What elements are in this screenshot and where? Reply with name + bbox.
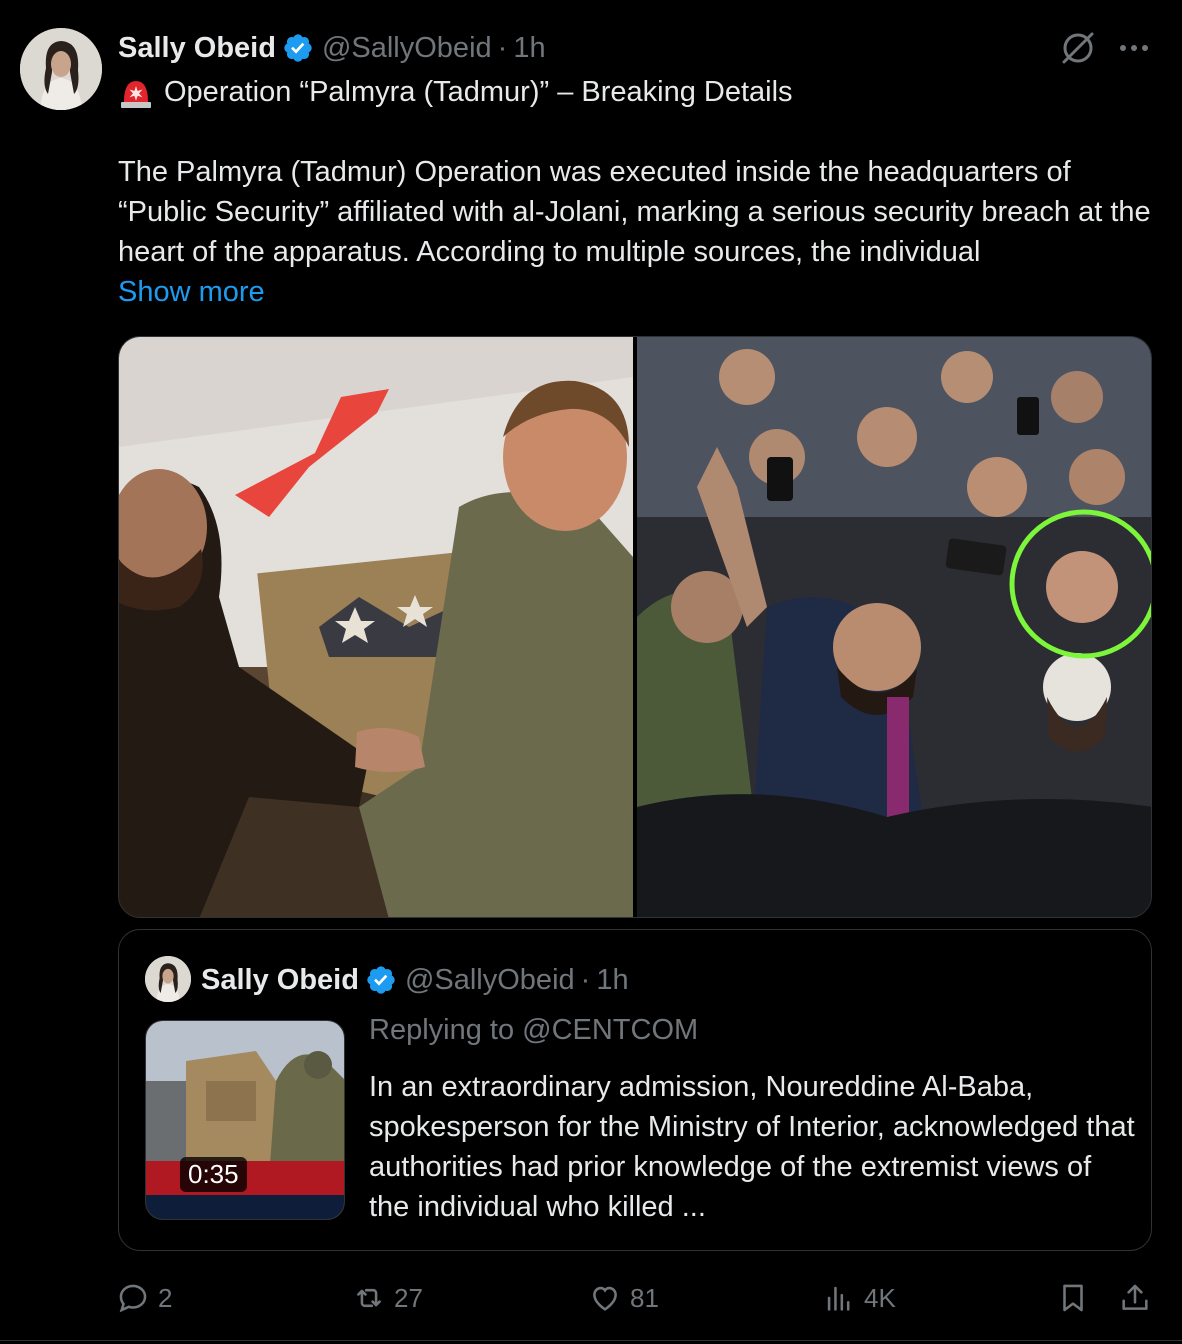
more-icon[interactable] xyxy=(1114,30,1154,66)
post-time[interactable]: 1h xyxy=(513,32,545,65)
author-avatar[interactable] xyxy=(20,28,102,110)
reply-button[interactable]: 2 xyxy=(116,1276,172,1320)
views-button[interactable]: 4K xyxy=(822,1276,896,1320)
author-handle[interactable]: @SallyObeid xyxy=(322,32,492,65)
action-bar: 2 27 81 4K xyxy=(0,1276,1182,1320)
video-duration: 0:35 xyxy=(180,1157,247,1192)
quoted-author-avatar xyxy=(145,956,191,1002)
quoted-author-handle: @SallyObeid xyxy=(404,963,575,996)
like-button[interactable]: 81 xyxy=(588,1276,659,1320)
replying-to: Replying to @CENTCOM xyxy=(369,1014,699,1046)
reply-count: 2 xyxy=(158,1282,173,1313)
grok-icon[interactable] xyxy=(1058,28,1098,68)
headline-text: Operation “Palmyra (Tadmur)” – Breaking … xyxy=(164,75,793,108)
photo-handshake[interactable] xyxy=(119,337,633,917)
views-count: 4K xyxy=(864,1282,896,1313)
photo-crowd[interactable] xyxy=(637,337,1151,917)
quoted-post[interactable]: Sally Obeid @SallyObeid · 1h 0:35 Replyi… xyxy=(118,929,1152,1251)
reply-icon xyxy=(119,1284,147,1313)
bookmark-icon xyxy=(1063,1284,1083,1312)
verified-badge-icon xyxy=(282,32,314,64)
author-name[interactable]: Sally Obeid xyxy=(118,32,276,65)
bookmark-button[interactable] xyxy=(1056,1276,1098,1320)
media-grid[interactable] xyxy=(118,336,1152,918)
share-button[interactable] xyxy=(1118,1276,1160,1320)
tweet[interactable]: Sally Obeid @SallyObeid · 1h Operation “… xyxy=(0,0,1182,1344)
repost-icon xyxy=(357,1288,381,1308)
quoted-author-name: Sally Obeid xyxy=(201,963,359,996)
like-icon xyxy=(593,1286,617,1311)
quoted-post-time: 1h xyxy=(596,963,629,996)
show-more-link[interactable]: Show more xyxy=(118,272,265,312)
post-body: The Palmyra (Tadmur) Operation was execu… xyxy=(118,156,1151,268)
post-header: Sally Obeid @SallyObeid · 1h xyxy=(118,28,546,68)
video-thumbnail[interactable]: 0:35 xyxy=(145,1020,345,1220)
repost-button[interactable]: 27 xyxy=(352,1276,423,1320)
divider xyxy=(0,1340,1182,1341)
quoted-post-text: In an extraordinary admission, Noureddin… xyxy=(369,1071,1135,1223)
repost-count: 27 xyxy=(394,1282,423,1313)
separator-dot: · xyxy=(580,963,591,996)
siren-emoji xyxy=(121,81,151,108)
post-headline: Operation “Palmyra (Tadmur)” – Breaking … xyxy=(118,72,793,112)
views-icon xyxy=(827,1286,850,1311)
like-count: 81 xyxy=(630,1282,659,1313)
separator-dot: · xyxy=(497,31,508,64)
verified-badge-icon xyxy=(365,964,397,996)
quoted-post-header: Sally Obeid @SallyObeid · 1h xyxy=(201,960,629,1000)
share-icon xyxy=(1122,1284,1148,1310)
